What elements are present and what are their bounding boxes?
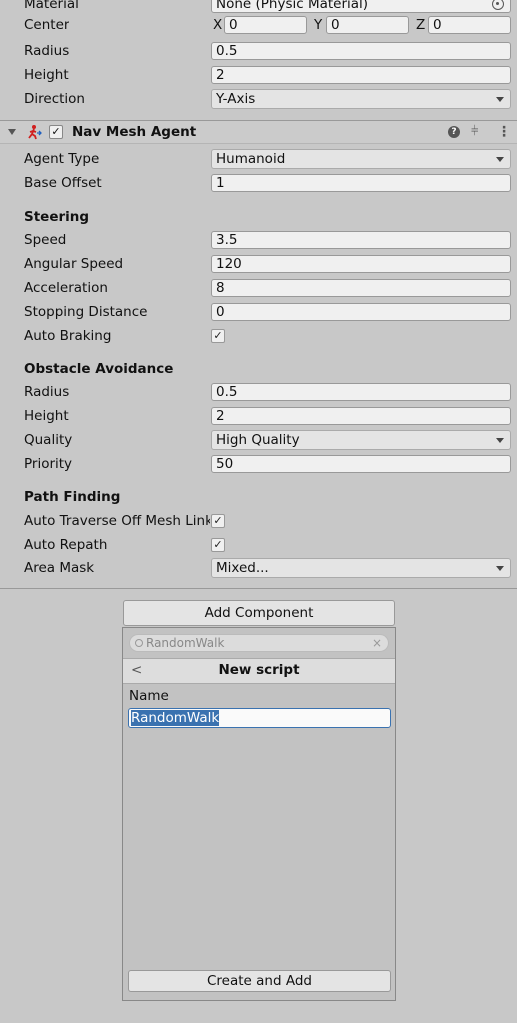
name-label: Name bbox=[129, 688, 169, 704]
oa-radius-label: Radius bbox=[24, 384, 70, 400]
material-field[interactable]: None (Physic Material) bbox=[211, 0, 511, 13]
area-mask-label: Area Mask bbox=[24, 560, 95, 576]
center-y-label: Y bbox=[314, 17, 323, 33]
add-component-popup: RandomWalk × < New script Name RandomWal… bbox=[122, 627, 396, 1001]
center-x-field[interactable]: 0 bbox=[224, 16, 307, 34]
auto-repath-checkbox[interactable]: ✓ bbox=[211, 538, 225, 552]
oa-height-label: Height bbox=[24, 408, 69, 424]
speed-label: Speed bbox=[24, 232, 67, 248]
speed-row: Speed 3.5 bbox=[0, 229, 517, 253]
agent-type-value: Humanoid bbox=[216, 151, 286, 167]
enabled-checkbox[interactable]: ✓ bbox=[49, 125, 63, 139]
stopping-distance-row: Stopping Distance 0 bbox=[0, 301, 517, 325]
auto-traverse-row: Auto Traverse Off Mesh Link ✓ bbox=[0, 510, 517, 534]
collider-height-row: Height 2 bbox=[0, 64, 517, 88]
auto-repath-label: Auto Repath bbox=[24, 537, 108, 553]
oa-height-row: Height 2 bbox=[0, 405, 517, 429]
obstacle-avoidance-header: Obstacle Avoidance bbox=[24, 361, 174, 377]
agent-type-label: Agent Type bbox=[24, 151, 100, 167]
search-icon bbox=[135, 639, 143, 647]
auto-braking-label: Auto Braking bbox=[24, 328, 112, 344]
center-x-label: X bbox=[213, 17, 223, 33]
chevron-down-icon bbox=[496, 566, 504, 571]
quality-row: Quality High Quality bbox=[0, 429, 517, 453]
script-name-input[interactable]: RandomWalk bbox=[128, 708, 391, 728]
acceleration-row: Acceleration 8 bbox=[0, 277, 517, 301]
priority-field[interactable]: 50 bbox=[211, 455, 511, 473]
center-row: Center X 0 Y 0 Z 0 bbox=[0, 14, 517, 38]
script-name-value: RandomWalk bbox=[131, 710, 220, 726]
quality-label: Quality bbox=[24, 432, 73, 448]
base-offset-field[interactable]: 1 bbox=[211, 174, 511, 192]
angular-speed-field[interactable]: 120 bbox=[211, 255, 511, 273]
stopping-distance-label: Stopping Distance bbox=[24, 304, 148, 320]
path-finding-header: Path Finding bbox=[24, 489, 121, 505]
quality-dropdown[interactable]: High Quality bbox=[211, 430, 511, 450]
help-icon[interactable]: ? bbox=[448, 126, 460, 138]
collider-height-field[interactable]: 2 bbox=[211, 66, 511, 84]
auto-traverse-checkbox[interactable]: ✓ bbox=[211, 514, 225, 528]
area-mask-dropdown[interactable]: Mixed... bbox=[211, 558, 511, 578]
path-finding-header-row: Path Finding bbox=[0, 486, 517, 510]
agent-type-dropdown[interactable]: Humanoid bbox=[211, 149, 511, 169]
stopping-distance-field[interactable]: 0 bbox=[211, 303, 511, 321]
search-value: RandomWalk bbox=[146, 636, 225, 650]
center-y-field[interactable]: 0 bbox=[326, 16, 409, 34]
material-label: Material bbox=[24, 0, 79, 12]
collider-radius-row: Radius 0.5 bbox=[0, 40, 517, 64]
nav-mesh-agent-header[interactable]: ✓ Nav Mesh Agent ? ⫩ ⋮ bbox=[0, 120, 517, 144]
clear-search-icon[interactable]: × bbox=[372, 635, 382, 651]
popup-header: < New script bbox=[123, 658, 395, 684]
priority-label: Priority bbox=[24, 456, 73, 472]
priority-row: Priority 50 bbox=[0, 453, 517, 477]
center-label: Center bbox=[24, 17, 70, 33]
acceleration-field[interactable]: 8 bbox=[211, 279, 511, 297]
auto-braking-checkbox[interactable]: ✓ bbox=[211, 329, 225, 343]
direction-value: Y-Axis bbox=[216, 91, 256, 107]
steering-header: Steering bbox=[24, 209, 90, 225]
acceleration-label: Acceleration bbox=[24, 280, 108, 296]
direction-dropdown[interactable]: Y-Axis bbox=[211, 89, 511, 109]
base-offset-row: Base Offset 1 bbox=[0, 172, 517, 196]
component-title: Nav Mesh Agent bbox=[72, 124, 197, 140]
base-offset-label: Base Offset bbox=[24, 175, 102, 191]
component-search-input[interactable]: RandomWalk × bbox=[129, 634, 389, 652]
area-mask-row: Area Mask Mixed... bbox=[0, 557, 517, 581]
center-z-label: Z bbox=[416, 17, 426, 33]
chevron-down-icon bbox=[496, 157, 504, 162]
collider-radius-label: Radius bbox=[24, 43, 70, 59]
kebab-menu-icon[interactable]: ⋮ bbox=[497, 124, 511, 140]
center-z-field[interactable]: 0 bbox=[428, 16, 511, 34]
direction-row: Direction Y-Axis bbox=[0, 88, 517, 112]
nav-mesh-agent-icon bbox=[26, 124, 42, 140]
foldout-arrow-icon[interactable] bbox=[8, 129, 16, 135]
speed-field[interactable]: 3.5 bbox=[211, 231, 511, 249]
auto-traverse-label: Auto Traverse Off Mesh Link bbox=[24, 513, 210, 529]
chevron-down-icon bbox=[496, 97, 504, 102]
oa-radius-field[interactable]: 0.5 bbox=[211, 383, 511, 401]
angular-speed-row: Angular Speed 120 bbox=[0, 253, 517, 277]
create-and-add-button[interactable]: Create and Add bbox=[128, 970, 391, 992]
presets-icon[interactable]: ⫩ bbox=[471, 124, 478, 139]
steering-header-row: Steering bbox=[0, 206, 517, 230]
oa-radius-row: Radius 0.5 bbox=[0, 381, 517, 405]
auto-braking-row: Auto Braking ✓ bbox=[0, 325, 517, 349]
auto-repath-row: Auto Repath ✓ bbox=[0, 534, 517, 558]
agent-type-row: Agent Type Humanoid bbox=[0, 148, 517, 172]
popup-title: New script bbox=[218, 662, 300, 678]
oa-height-field[interactable]: 2 bbox=[211, 407, 511, 425]
area-mask-value: Mixed... bbox=[216, 560, 269, 576]
collider-height-label: Height bbox=[24, 67, 69, 83]
angular-speed-label: Angular Speed bbox=[24, 256, 124, 272]
chevron-down-icon bbox=[496, 438, 504, 443]
collider-radius-field[interactable]: 0.5 bbox=[211, 42, 511, 60]
direction-label: Direction bbox=[24, 91, 85, 107]
quality-value: High Quality bbox=[216, 432, 300, 448]
add-component-button[interactable]: Add Component bbox=[123, 600, 395, 626]
obstacle-avoidance-header-row: Obstacle Avoidance bbox=[0, 358, 517, 382]
component-divider bbox=[0, 588, 517, 589]
